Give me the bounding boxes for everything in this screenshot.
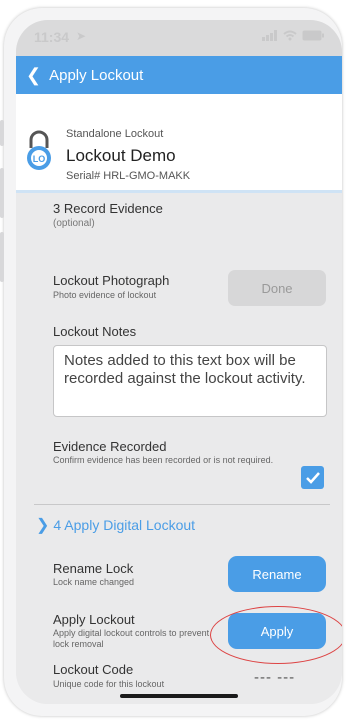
lockout-code-sub: Unique code for this lockout <box>53 679 165 689</box>
lockout-code-value: --- --- <box>254 669 296 686</box>
volume-down-button <box>0 232 4 282</box>
nav-title: Apply Lockout <box>49 66 144 84</box>
rename-sub: Lock name changed <box>53 577 135 587</box>
signal-icon <box>262 30 277 41</box>
digital-section-title: 4 Apply Digital Lockout <box>53 517 196 533</box>
photo-label: Lockout Photograph <box>53 273 170 288</box>
checkmark-icon <box>305 471 320 484</box>
back-button[interactable]: ❮ Apply Lockout <box>26 56 143 94</box>
lock-header: LO Standalone Lockout Lockout Demo Seria… <box>16 94 342 193</box>
evidence-section-title: 3 Record Evidence <box>53 201 163 216</box>
home-indicator <box>120 694 238 698</box>
lock-name: Lockout Demo <box>66 146 176 165</box>
svg-text:LO: LO <box>33 154 46 164</box>
lockout-code-label: Lockout Code <box>53 662 134 677</box>
photo-sub: Photo evidence of lockout <box>53 290 157 300</box>
evidence-section-note: (optional) <box>53 218 95 229</box>
lock-serial: Serial# HRL-GMO-MAKK <box>66 170 191 182</box>
volume-up-button <box>0 168 4 218</box>
battery-icon <box>302 30 324 41</box>
status-time: 11:34 <box>34 29 70 45</box>
wifi-icon <box>283 30 297 41</box>
digital-lockout-section-toggle[interactable]: ❯ 4 Apply Digital Lockout <box>36 515 195 535</box>
mute-switch <box>0 120 4 146</box>
photo-done-button[interactable]: Done <box>228 270 326 306</box>
rename-label: Rename Lock <box>53 561 134 576</box>
chevron-left-icon: ❮ <box>26 64 42 85</box>
notes-textarea[interactable]: Notes added to this text box will be rec… <box>53 345 327 417</box>
evidence-recorded-checkbox[interactable] <box>301 466 324 489</box>
location-arrow-icon: ➤ <box>76 29 87 43</box>
nav-bar: ❮ Apply Lockout <box>16 56 342 94</box>
lock-logo-icon: LO <box>27 130 51 170</box>
evidence-recorded-label: Evidence Recorded <box>53 439 167 454</box>
apply-label: Apply Lockout <box>53 612 135 627</box>
status-bar: 11:34 ➤ <box>16 20 342 56</box>
chevron-right-icon: ❯ <box>36 517 50 534</box>
evidence-recorded-sub: Confirm evidence has been recorded or is… <box>53 455 274 465</box>
notes-label: Lockout Notes <box>53 324 137 339</box>
lock-type: Standalone Lockout <box>66 128 164 140</box>
scroll-content[interactable]: 3 Record Evidence (optional) Lockout Pho… <box>16 193 342 704</box>
annotation-circle <box>210 606 342 664</box>
phone-screen: 11:34 ➤ ❮ Apply Lockout LO Standalone Lo… <box>16 20 342 704</box>
section-divider <box>34 504 330 505</box>
rename-button[interactable]: Rename <box>228 556 326 592</box>
apply-sub: Apply digital lockout controls to preven… <box>53 628 210 649</box>
